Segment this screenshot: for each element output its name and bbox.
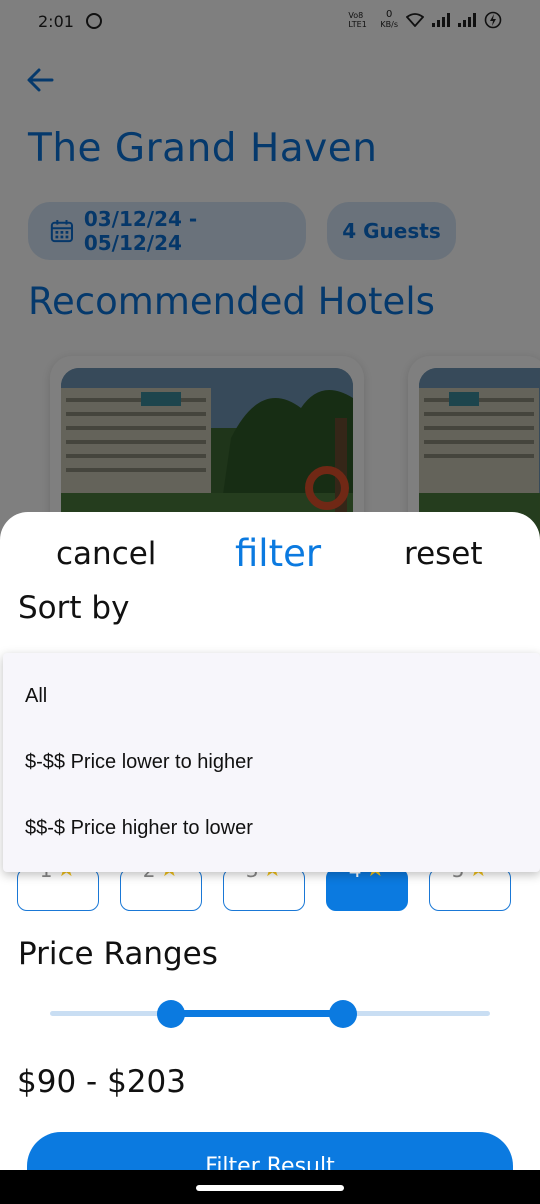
sort-option-price-high-low[interactable]: $$-$ Price higher to lower xyxy=(25,817,253,840)
cancel-button[interactable]: cancel xyxy=(56,536,156,572)
home-indicator[interactable] xyxy=(196,1185,344,1191)
sort-by-label: Sort by xyxy=(18,590,130,626)
star-option-3[interactable]: 3 ★ xyxy=(223,868,305,911)
sort-option-all[interactable]: All xyxy=(25,685,47,708)
star-rating-row: 1 ★ 2 ★ 3 ★ 4 ★ 5 ★ xyxy=(17,868,527,912)
star-option-5[interactable]: 5 ★ xyxy=(429,868,511,911)
price-range-slider[interactable] xyxy=(50,998,490,1028)
sort-dropdown-menu: All $-$$ Price lower to higher $$-$ Pric… xyxy=(3,653,540,872)
star-option-2[interactable]: 2 ★ xyxy=(120,868,202,911)
price-ranges-label: Price Ranges xyxy=(18,936,218,972)
slider-active-range xyxy=(171,1010,343,1017)
filter-title: filter xyxy=(235,532,322,575)
reset-button[interactable]: reset xyxy=(404,536,483,572)
price-range-value: $90 - $203 xyxy=(17,1064,186,1100)
slider-thumb-min[interactable] xyxy=(157,1000,185,1028)
slider-thumb-max[interactable] xyxy=(328,1000,357,1028)
navigation-bar xyxy=(0,1170,540,1204)
sort-option-price-low-high[interactable]: $-$$ Price lower to higher xyxy=(25,751,253,774)
star-option-1[interactable]: 1 ★ xyxy=(17,868,99,911)
star-option-4[interactable]: 4 ★ xyxy=(326,868,408,911)
